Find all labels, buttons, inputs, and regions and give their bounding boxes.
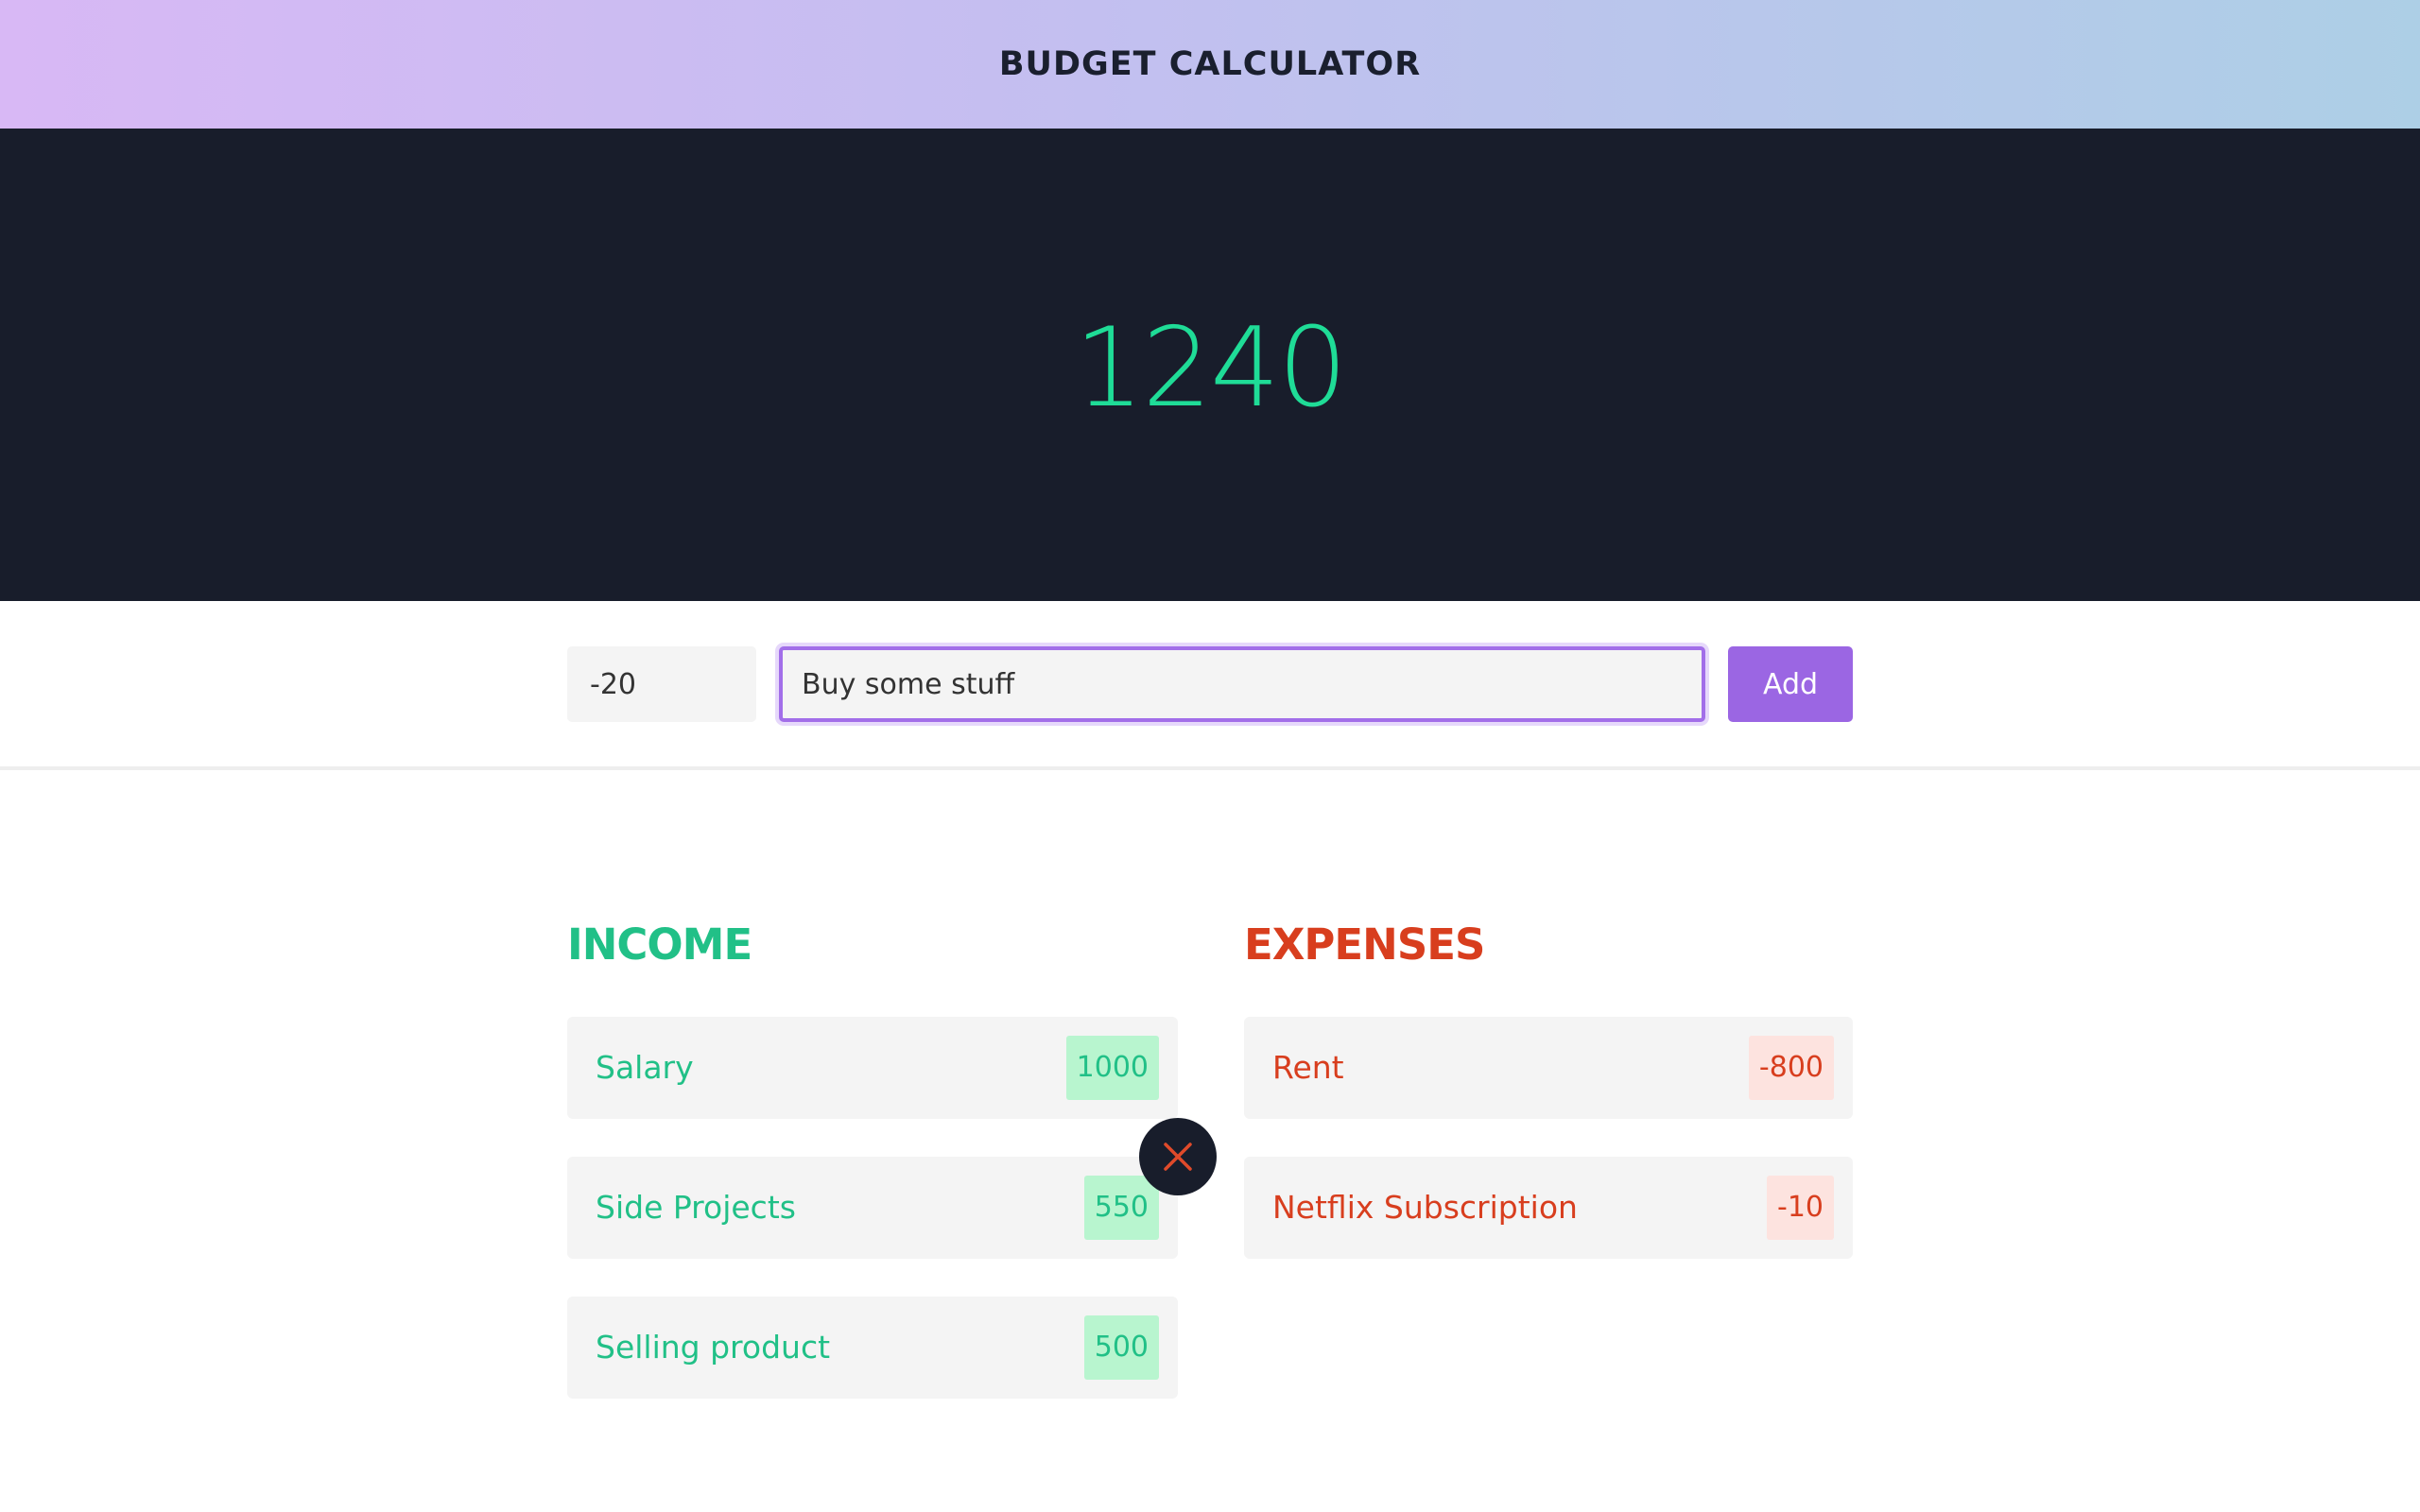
income-heading: INCOME (567, 919, 752, 970)
expense-item-label: Netflix Subscription (1272, 1189, 1578, 1226)
expense-item-rent[interactable]: Rent -800 (1244, 1017, 1853, 1119)
close-icon (1164, 1143, 1192, 1171)
form-divider (0, 766, 2420, 770)
expense-item-value: -10 (1767, 1176, 1834, 1240)
income-item-value: 550 (1083, 1176, 1159, 1240)
app-title: BUDGET CALCULATOR (998, 45, 1422, 83)
expenses-heading: EXPENSES (1244, 919, 1485, 970)
delete-item-button[interactable] (1139, 1118, 1217, 1195)
income-item-selling-product[interactable]: Selling product 500 (567, 1297, 1178, 1399)
income-item-side-projects[interactable]: Side Projects 550 (567, 1157, 1178, 1259)
expense-item-netflix[interactable]: Netflix Subscription -10 (1244, 1157, 1853, 1259)
description-input[interactable]: Buy some stuff (779, 646, 1705, 722)
add-button[interactable]: Add (1728, 646, 1853, 722)
amount-input[interactable]: -20 (567, 646, 756, 722)
expense-item-value: -800 (1748, 1036, 1834, 1100)
income-item-label: Side Projects (596, 1189, 796, 1226)
app-header: BUDGET CALCULATOR (0, 0, 2420, 129)
income-item-label: Salary (596, 1049, 694, 1086)
income-item-salary[interactable]: Salary 1000 (567, 1017, 1178, 1119)
expense-item-label: Rent (1272, 1049, 1344, 1086)
total-balance: 1240 (1074, 304, 1347, 432)
income-item-value: 1000 (1065, 1036, 1159, 1100)
income-item-label: Selling product (596, 1329, 831, 1366)
income-item-value: 500 (1083, 1315, 1159, 1380)
